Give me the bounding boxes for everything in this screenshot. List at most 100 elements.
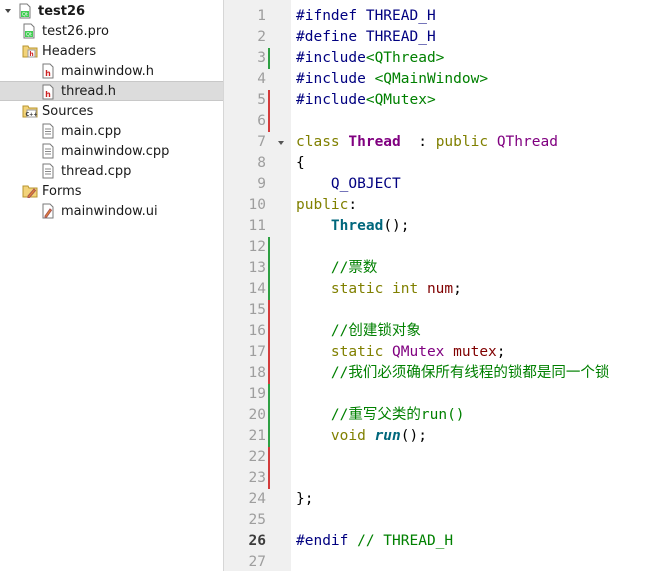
change-marker-removed	[268, 342, 270, 363]
tree-item-test26-pro[interactable]: Qt test26.pro	[0, 21, 223, 41]
svg-text:Qt: Qt	[22, 12, 28, 18]
tree-item-label: main.cpp	[61, 123, 122, 139]
code-line[interactable]	[296, 447, 660, 468]
line-number: 19	[248, 386, 266, 402]
svg-text:h: h	[45, 90, 51, 99]
code-line[interactable]: static int num;	[296, 279, 660, 300]
tree-item-headers[interactable]: h Headers	[0, 41, 223, 61]
code-token: <QMainWindow>	[374, 71, 489, 87]
code-token: ;	[453, 281, 462, 297]
code-token: num	[426, 281, 454, 297]
code-line[interactable]	[296, 384, 660, 405]
line-number: 9	[257, 176, 266, 192]
tree-item-test26[interactable]: Qt test26	[0, 1, 223, 21]
header-file-icon: h	[41, 63, 55, 79]
code-token: // THREAD_H	[357, 533, 454, 549]
change-marker-added	[268, 405, 270, 426]
tree-item-mainwindow-h[interactable]: h mainwindow.h	[0, 61, 223, 81]
change-marker-removed	[268, 447, 270, 468]
project-tree: Qt test26 Qt test26.pro h Headers h mainwindow.…	[0, 0, 224, 571]
change-marker-added	[268, 279, 270, 300]
cpp-file-icon	[41, 163, 55, 179]
code-line[interactable]: public:	[296, 195, 660, 216]
change-marker-added	[268, 48, 270, 69]
code-line[interactable]: {	[296, 153, 660, 174]
code-token: //	[330, 365, 349, 381]
code-token: QMutex	[392, 344, 454, 360]
line-number: 5	[257, 92, 266, 108]
tree-item-label: mainwindow.h	[61, 63, 154, 79]
code-line[interactable]: #define THREAD_H	[296, 27, 660, 48]
code-line[interactable]	[296, 552, 660, 573]
tree-item-label: Forms	[42, 183, 82, 199]
line-number: 2	[257, 29, 266, 45]
code-token: #include	[296, 71, 375, 87]
code-token: Q_OBJECT	[330, 176, 401, 192]
code-line[interactable]: //我们必须确保所有线程的锁都是同一个锁	[296, 363, 660, 384]
code-line[interactable]	[296, 111, 660, 132]
tree-item-label: thread.h	[61, 83, 116, 99]
code-line[interactable]	[296, 468, 660, 489]
tree-item-thread-h[interactable]: h thread.h	[0, 81, 223, 101]
svg-text:Qt: Qt	[26, 32, 32, 38]
tree-item-label: mainwindow.ui	[61, 203, 158, 219]
line-number: 27	[248, 554, 266, 570]
change-marker-added	[268, 384, 270, 405]
line-number: 12	[248, 239, 266, 255]
line-number: 4	[257, 71, 266, 87]
code-line[interactable]: //票数	[296, 258, 660, 279]
tree-item-main-cpp[interactable]: main.cpp	[0, 121, 223, 141]
change-marker-removed	[268, 90, 270, 111]
code-line[interactable]: static QMutex mutex;	[296, 342, 660, 363]
change-marker-removed	[268, 321, 270, 342]
code-token: {	[296, 155, 305, 171]
code-line[interactable]: #ifndef THREAD_H	[296, 6, 660, 27]
line-number: 22	[248, 449, 266, 465]
forms-folder-icon	[22, 183, 38, 199]
code-token: //	[330, 323, 349, 339]
code-line[interactable]: //创建锁对象	[296, 321, 660, 342]
tree-item-thread-cpp[interactable]: thread.cpp	[0, 161, 223, 181]
code-line[interactable]: class Thread : public QThread	[296, 132, 660, 153]
code-token: ();	[400, 428, 427, 444]
line-number: 16	[248, 323, 266, 339]
code-token: mutex	[453, 344, 497, 360]
svg-text:C++: C++	[25, 112, 37, 118]
code-line[interactable]: Q_OBJECT	[296, 174, 660, 195]
code-line[interactable]	[296, 237, 660, 258]
line-number: 18	[248, 365, 266, 381]
header-folder-icon: h	[22, 43, 38, 59]
change-marker-added	[268, 258, 270, 279]
tree-item-sources[interactable]: C++ Sources	[0, 101, 223, 121]
code-token: <QThread>	[365, 50, 445, 66]
code-token: 我们必须确保所有线程的锁都是同一个锁	[348, 365, 610, 381]
code-line[interactable]: void run();	[296, 426, 660, 447]
line-number: 20	[248, 407, 266, 423]
code-line[interactable]: #include <QMainWindow>	[296, 69, 660, 90]
tree-item-mainwindow-cpp[interactable]: mainwindow.cpp	[0, 141, 223, 161]
fold-arrow-icon[interactable]	[276, 132, 286, 153]
code-line[interactable]: //重写父类的run()	[296, 405, 660, 426]
cpp-file-icon	[41, 143, 55, 159]
line-number: 26	[248, 533, 266, 549]
line-number: 7	[257, 134, 266, 150]
change-marker-removed	[268, 468, 270, 489]
tree-item-mainwindow-ui[interactable]: mainwindow.ui	[0, 201, 223, 221]
code-line[interactable]: #include<QThread>	[296, 48, 660, 69]
code-line[interactable]: #endif // THREAD_H	[296, 531, 660, 552]
code-line[interactable]	[296, 510, 660, 531]
tree-item-forms[interactable]: Forms	[0, 181, 223, 201]
change-marker-added	[268, 426, 270, 447]
code-line[interactable]: #include<QMutex>	[296, 90, 660, 111]
code-editor[interactable]: 1 #ifndef THREAD_H 2 #define THREAD_H 3 #incl…	[224, 0, 660, 571]
code-token: :	[400, 134, 436, 150]
code-line[interactable]	[296, 300, 660, 321]
code-line[interactable]: Thread();	[296, 216, 660, 237]
code-token: <QMutex>	[365, 92, 436, 108]
code-token: :	[348, 197, 358, 213]
code-token: #endif	[296, 533, 358, 549]
code-line[interactable]: };	[296, 489, 660, 510]
chevron-down-icon[interactable]	[4, 7, 12, 15]
